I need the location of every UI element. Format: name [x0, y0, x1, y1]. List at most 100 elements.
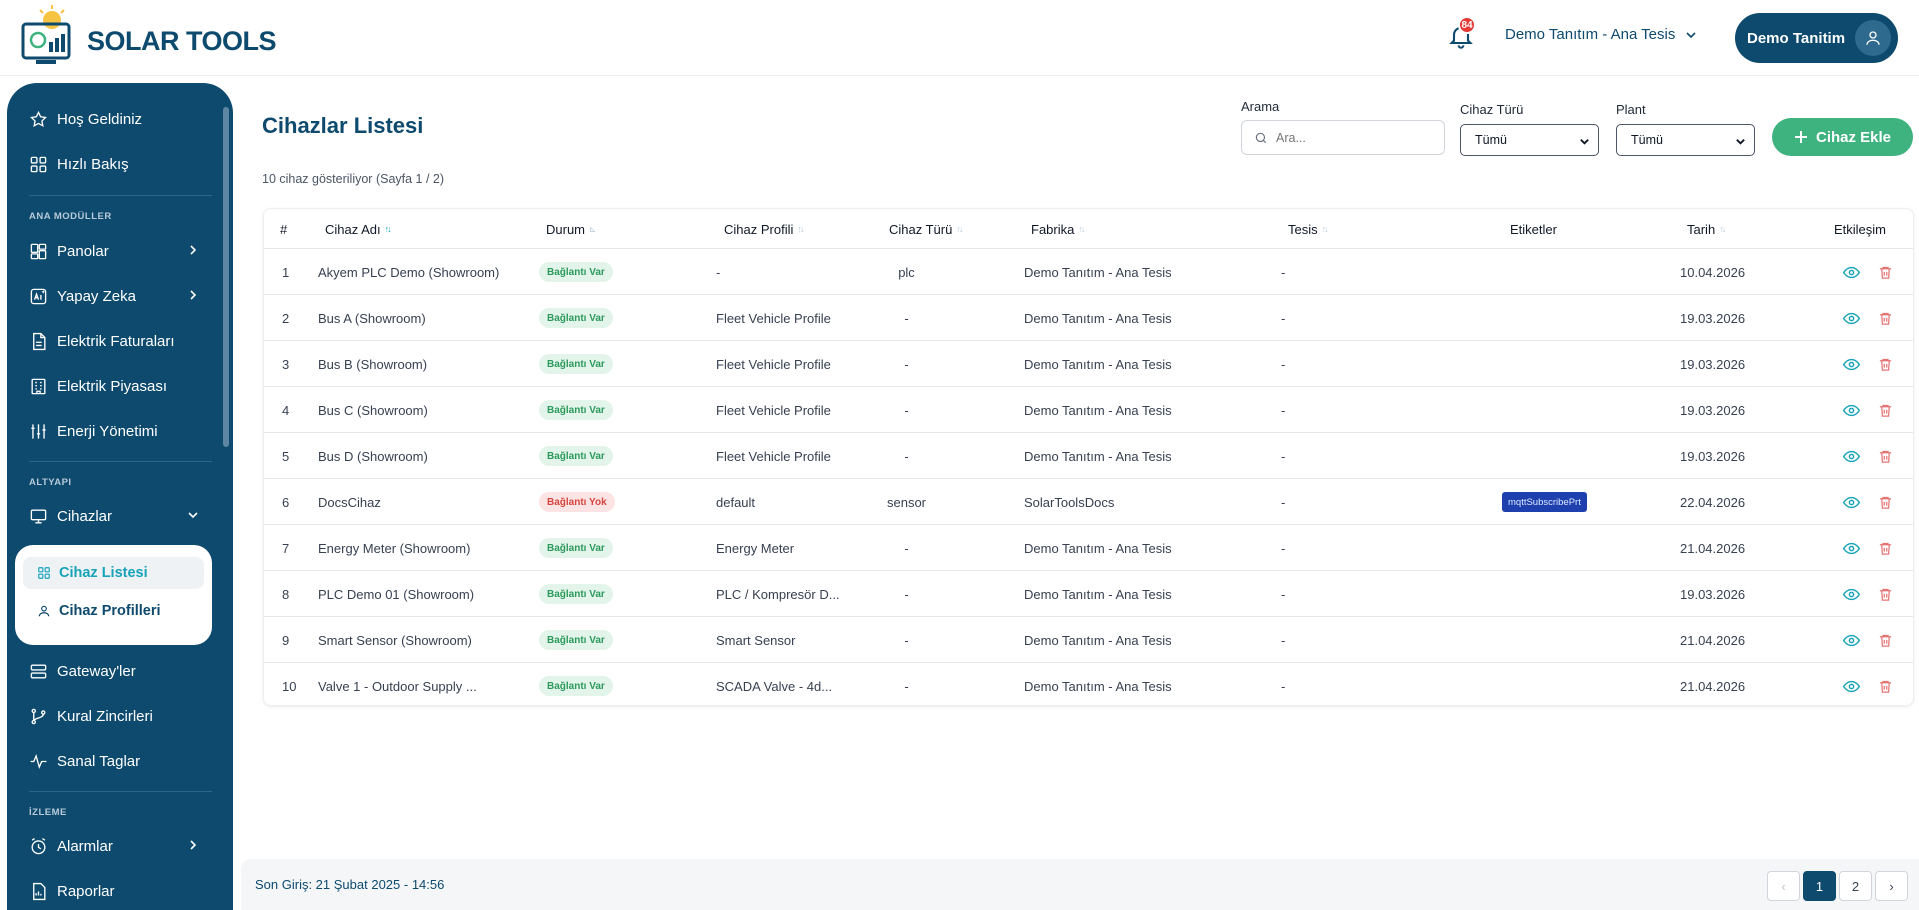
column-header-status[interactable]: Durum ⊾ — [546, 209, 596, 249]
sidebar-item-welcome[interactable]: Hoş Geldiniz — [29, 103, 209, 135]
view-eye-icon[interactable] — [1842, 631, 1860, 649]
devices-submenu: Cihaz Listesi Cihaz Profilleri — [15, 545, 212, 645]
view-eye-icon[interactable] — [1842, 401, 1860, 419]
status-badge: Bağlantı Var — [539, 538, 613, 558]
column-header-type[interactable]: Cihaz Türü ↑↓ — [889, 209, 963, 249]
delete-trash-icon[interactable] — [1876, 631, 1894, 649]
view-eye-icon[interactable] — [1842, 355, 1860, 373]
chevron-down-icon — [1580, 139, 1589, 145]
column-header-label: Durum — [546, 221, 586, 237]
cell-site: - — [1281, 448, 1286, 464]
pagination-page-2[interactable]: 2 — [1839, 871, 1872, 901]
view-eye-icon[interactable] — [1842, 677, 1860, 695]
view-eye-icon[interactable] — [1842, 539, 1860, 557]
sliders-icon — [31, 423, 46, 439]
search-label: Arama — [1241, 99, 1280, 114]
cell-date: 19.03.2026 — [1680, 310, 1746, 326]
cell-index: 6 — [282, 494, 290, 510]
sidebar-item-electricity-market[interactable]: Elektrik Piyasası — [29, 370, 209, 402]
table-row[interactable]: 7 Energy Meter (Showroom) Bağlantı Var Ener… — [264, 525, 1913, 571]
sort-icon: ↑↓ — [1719, 224, 1726, 234]
dashboard-icon — [30, 243, 47, 259]
view-eye-icon[interactable] — [1842, 585, 1860, 603]
cell-type: - — [904, 448, 909, 464]
delete-trash-icon[interactable] — [1876, 263, 1894, 281]
sidebar-subitem-device-list[interactable]: Cihaz Listesi — [23, 557, 204, 589]
column-header-factory[interactable]: Fabrika ↑↓ — [1031, 209, 1085, 249]
column-header-tags: Etiketler — [1510, 209, 1557, 249]
sidebar-item-gateways[interactable]: Gateway'ler — [29, 655, 209, 687]
delete-trash-icon[interactable] — [1876, 493, 1894, 511]
cell-site: - — [1281, 264, 1286, 280]
status-badge: Bağlantı Var — [539, 354, 613, 374]
cell-device-name: Valve 1 - Outdoor Supply ... — [318, 678, 477, 694]
cell-profile: PLC / Kompresör D... — [716, 586, 840, 602]
building-icon — [31, 378, 46, 394]
sidebar-item-quick-view[interactable]: Hızlı Bakış — [29, 148, 209, 180]
column-header-profile[interactable]: Cihaz Profili ↑↓ — [724, 209, 804, 249]
delete-trash-icon[interactable] — [1876, 447, 1894, 465]
pagination-page-1[interactable]: 1 — [1803, 871, 1836, 901]
delete-trash-icon[interactable] — [1876, 401, 1894, 419]
view-eye-icon[interactable] — [1842, 309, 1860, 327]
user-menu-button[interactable]: Demo Tanitim — [1735, 13, 1898, 63]
sidebar-item-alarms[interactable]: Alarmlar — [29, 830, 209, 862]
sidebar-item-electricity-bills[interactable]: Elektrik Faturaları — [29, 325, 209, 357]
table-row[interactable]: 5 Bus D (Showroom) Bağlantı Var Fleet Vehic… — [264, 433, 1913, 479]
table-row[interactable]: 3 Bus B (Showroom) Bağlantı Var Fleet Vehic… — [264, 341, 1913, 387]
plant-select[interactable]: Tümü — [1616, 124, 1755, 156]
delete-trash-icon[interactable] — [1876, 355, 1894, 373]
column-header-site[interactable]: Tesis ↑↓ — [1288, 209, 1329, 249]
column-header-label: # — [280, 221, 288, 237]
table-row[interactable]: 4 Bus C (Showroom) Bağlantı Var Fleet Vehic… — [264, 387, 1913, 433]
sidebar-item-rule-chains[interactable]: Kural Zincirleri — [29, 700, 209, 732]
cell-profile: Smart Sensor — [716, 632, 796, 648]
sidebar-item-energy-management[interactable]: Enerji Yönetimi — [29, 415, 209, 447]
sidebar-item-virtual-tags[interactable]: Sanal Taglar — [29, 745, 209, 777]
sidebar-item-label: Elektrik Piyasası — [57, 377, 168, 395]
sidebar-item-label: Enerji Yönetimi — [57, 422, 158, 440]
table-row[interactable]: 8 PLC Demo 01 (Showroom) Bağlantı Var PLC /… — [264, 571, 1913, 617]
sidebar-item-dashboards[interactable]: Panolar — [29, 235, 209, 267]
table-row[interactable]: 2 Bus A (Showroom) Bağlantı Var Fleet Vehic… — [264, 295, 1913, 341]
sidebar-item-ai[interactable]: Yapay Zeka — [29, 280, 209, 312]
sidebar-item-reports[interactable]: Raporlar — [29, 875, 209, 907]
view-eye-icon[interactable] — [1842, 493, 1860, 511]
table-row[interactable]: 1 Akyem PLC Demo (Showroom) Bağlantı Var - p… — [264, 249, 1913, 295]
cell-status: Bağlantı Var — [539, 663, 613, 705]
delete-trash-icon[interactable] — [1876, 539, 1894, 557]
search-input[interactable] — [1276, 130, 1426, 145]
table-row[interactable]: 9 Smart Sensor (Showroom) Bağlantı Var Smar… — [264, 617, 1913, 663]
sidebar-item-devices[interactable]: Cihazlar — [29, 500, 209, 532]
cell-factory: Demo Tanıtım - Ana Tesis — [1024, 586, 1172, 602]
cell-site: - — [1281, 678, 1286, 694]
add-device-button[interactable]: Cihaz Ekle — [1772, 118, 1913, 156]
view-eye-icon[interactable] — [1842, 263, 1860, 281]
status-badge: Bağlantı Var — [539, 630, 613, 650]
tag-chip[interactable]: mqttSubscribePrt — [1502, 492, 1587, 512]
delete-trash-icon[interactable] — [1876, 677, 1894, 695]
pagination-prev-button[interactable]: ‹ — [1767, 871, 1800, 901]
cell-factory: Demo Tanıtım - Ana Tesis — [1024, 632, 1172, 648]
table-row[interactable]: 6 DocsCihaz Bağlantı Yok default sensor Solar… — [264, 479, 1913, 525]
status-badge: Bağlantı Var — [539, 584, 613, 604]
table-row[interactable]: 10 Valve 1 - Outdoor Supply ... Bağlantı V… — [264, 663, 1913, 705]
device-type-label: Cihaz Türü — [1460, 102, 1524, 117]
status-badge: Bağlantı Var — [539, 446, 613, 466]
search-box[interactable] — [1241, 120, 1445, 155]
pagination-next-button[interactable]: › — [1875, 871, 1908, 901]
chevron-right-icon — [190, 290, 197, 300]
column-header-name[interactable]: Cihaz Adı ↑↓ — [325, 209, 392, 249]
organization-selector[interactable]: Demo Tanıtım - Ana Tesis — [1505, 26, 1697, 43]
table-header: # Cihaz Adı ↑↓ Durum ⊾ Cihaz Profili ↑↓ Cih… — [264, 209, 1913, 249]
delete-trash-icon[interactable] — [1876, 585, 1894, 603]
sidebar-scrollbar[interactable] — [223, 107, 229, 447]
sidebar-subitem-device-profiles[interactable]: Cihaz Profilleri — [23, 595, 204, 627]
view-eye-icon[interactable] — [1842, 447, 1860, 465]
cell-site: - — [1281, 402, 1286, 418]
cell-status: Bağlantı Var — [539, 341, 613, 387]
column-header-date[interactable]: Tarih ↑↓ — [1687, 209, 1726, 249]
cell-date: 21.04.2026 — [1680, 678, 1746, 694]
device-type-select[interactable]: Tümü — [1460, 124, 1599, 156]
delete-trash-icon[interactable] — [1876, 309, 1894, 327]
